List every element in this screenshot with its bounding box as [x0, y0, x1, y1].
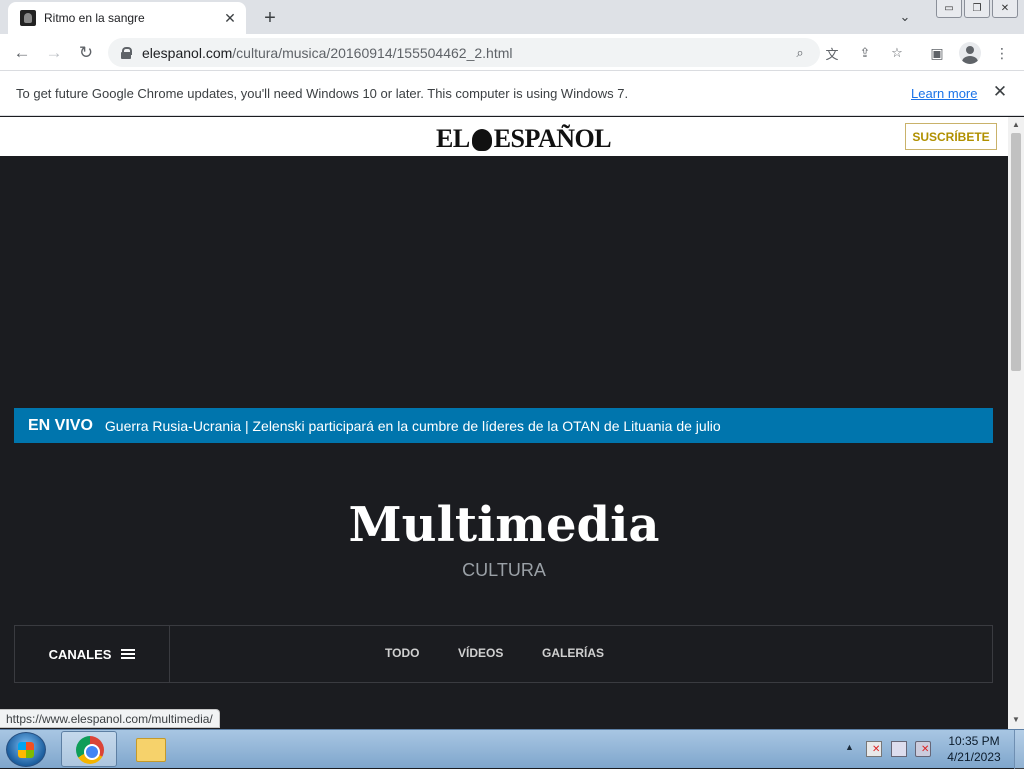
side-panel-icon[interactable]: ▣	[927, 43, 947, 63]
tray-expand-icon[interactable]: ▲	[845, 742, 854, 752]
start-button[interactable]	[6, 732, 46, 767]
channels-menu-button[interactable]: CANALES	[15, 626, 170, 682]
action-center-flag-icon[interactable]	[866, 741, 882, 757]
restore-button[interactable]: ❐	[964, 0, 990, 18]
chrome-icon	[76, 736, 104, 764]
show-desktop-button[interactable]	[1014, 730, 1024, 769]
ad-placeholder	[0, 156, 1008, 408]
taskbar-explorer[interactable]	[122, 731, 178, 767]
minimize-button[interactable]: ▭	[936, 0, 962, 18]
site-favicon-icon	[20, 10, 36, 26]
taskbar-chrome[interactable]	[61, 731, 117, 767]
section-title: Multimedia	[348, 497, 660, 553]
back-button[interactable]: ←	[9, 40, 35, 66]
reload-button[interactable]: ↻	[73, 40, 99, 66]
live-news-banner[interactable]: EN VIVO Guerra Rusia-Ucrania | Zelenski …	[14, 408, 993, 443]
channel-link-todo[interactable]: TODO	[385, 646, 419, 660]
forward-button[interactable]: →	[41, 40, 67, 66]
folder-icon	[136, 738, 166, 762]
channels-label: CANALES	[48, 646, 112, 662]
site-header: EL ESPAÑOL SUSCRÍBETE	[0, 117, 1008, 156]
subscribe-button[interactable]: SUSCRÍBETE	[905, 123, 997, 150]
channel-link-videos[interactable]: VÍDEOS	[458, 646, 503, 660]
clock-time: 10:35 PM	[948, 734, 1000, 748]
lion-logo-icon	[471, 129, 492, 151]
page-scrollbar[interactable]: ▲ ▼	[1008, 117, 1024, 729]
tab-close-icon[interactable]: ✕	[220, 8, 240, 28]
system-clock[interactable]: 10:35 PM 4/21/2023	[942, 733, 1006, 765]
infobar-message: To get future Google Chrome updates, you…	[16, 86, 629, 101]
logo-right-text: ESPAÑOL	[493, 124, 612, 153]
share-icon[interactable]: ⇪	[856, 44, 874, 62]
close-window-button[interactable]: ✕	[992, 0, 1018, 18]
search-icon[interactable]: ⌕	[791, 44, 809, 62]
scroll-down-arrow-icon[interactable]: ▼	[1012, 715, 1020, 724]
channels-nav: CANALES TODO VÍDEOS GALERÍAS	[14, 625, 993, 683]
tab-title: Ritmo en la sangre	[44, 11, 145, 25]
translate-icon[interactable]: 文	[823, 44, 841, 62]
window-controls: ▭ ❐ ✕	[936, 0, 1018, 18]
lock-icon[interactable]	[120, 46, 132, 59]
update-infobar: To get future Google Chrome updates, you…	[0, 71, 1024, 116]
tab-strip: Ritmo en la sangre ✕ + ⌄ ▭ ❐ ✕	[0, 0, 1024, 34]
network-icon[interactable]	[891, 741, 907, 757]
url-host: elespanol.com	[142, 44, 233, 61]
kebab-menu-icon[interactable]: ⋮	[992, 43, 1012, 63]
bookmark-star-icon[interactable]: ☆	[888, 44, 906, 62]
url-path: /cultura/musica/20160914/155504462_2.htm…	[232, 44, 513, 61]
section-subtitle[interactable]: CULTURA	[0, 560, 1008, 581]
url-text[interactable]: elespanol.com/cultura/musica/20160914/15…	[142, 45, 512, 61]
site-logo[interactable]: EL ESPAÑOL	[436, 124, 612, 154]
profile-avatar[interactable]	[959, 42, 981, 64]
learn-more-link[interactable]: Learn more	[911, 86, 977, 101]
tab-search-chevron-icon[interactable]: ⌄	[893, 6, 917, 28]
new-tab-button[interactable]: +	[258, 6, 282, 30]
infobar-close-icon[interactable]: ✕	[990, 82, 1010, 102]
browser-toolbar: ← → ↻ elespanol.com/cultura/musica/20160…	[0, 34, 1024, 71]
volume-muted-icon[interactable]	[915, 741, 931, 757]
address-bar[interactable]: elespanol.com/cultura/musica/20160914/15…	[108, 38, 903, 67]
clock-date: 4/21/2023	[947, 750, 1001, 764]
windows-taskbar: ▲ 10:35 PM 4/21/2023	[0, 729, 1024, 769]
scroll-up-arrow-icon[interactable]: ▲	[1012, 120, 1020, 129]
live-headline[interactable]: Guerra Rusia-Ucrania | Zelenski particip…	[105, 418, 721, 434]
list-menu-icon	[121, 648, 136, 660]
web-page: EL ESPAÑOL SUSCRÍBETE EN VIVO Guerra Rus…	[0, 117, 1008, 729]
browser-tab[interactable]: Ritmo en la sangre ✕	[8, 2, 246, 34]
channel-link-galerias[interactable]: GALERÍAS	[542, 646, 604, 660]
logo-left-text: EL	[436, 124, 470, 153]
scroll-thumb[interactable]	[1011, 133, 1021, 371]
live-label: EN VIVO	[28, 416, 93, 434]
link-status-bubble: https://www.elespanol.com/multimedia/	[0, 709, 220, 728]
